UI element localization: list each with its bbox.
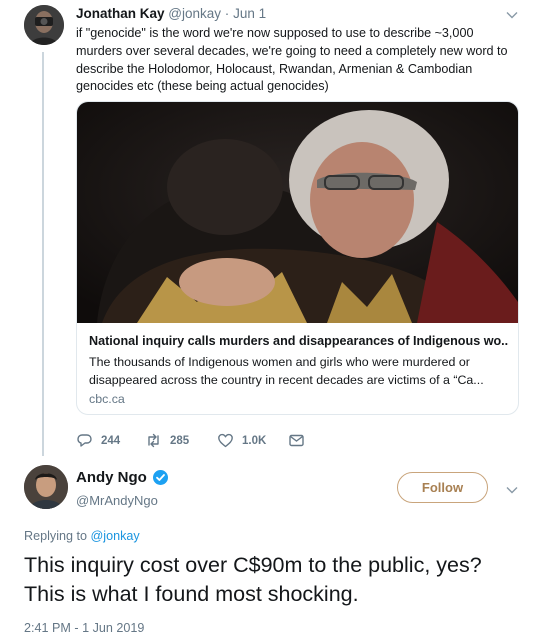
reply-action[interactable]: 244 — [76, 432, 120, 449]
author-handle[interactable]: @jonkay — [168, 6, 221, 21]
card-title: National inquiry calls murders and disap… — [89, 334, 509, 348]
reply-count: 244 — [101, 434, 121, 447]
author-handle[interactable]: @MrAndyNgo — [76, 493, 158, 508]
reply-icon — [77, 434, 92, 447]
tweet2-author[interactable]: Andy Ngo — [76, 469, 169, 486]
follow-button[interactable]: Follow — [397, 472, 488, 503]
card-description: The thousands of Indigenous women and gi… — [89, 355, 484, 387]
separator-dot: · — [224, 6, 230, 21]
retweet-icon — [148, 433, 159, 448]
dm-icon — [289, 434, 304, 447]
tweet2-text: This inquiry cost over C$90m to the publ… — [24, 553, 482, 606]
mention-link[interactable]: @jonkay — [91, 529, 140, 543]
verified-icon — [152, 470, 168, 485]
replying-to: Replying to @jonkay — [24, 529, 140, 543]
link-preview-card[interactable]: National inquiry calls murders and disap… — [76, 101, 519, 415]
like-icon — [218, 433, 233, 448]
retweet-action[interactable]: 285 — [145, 432, 189, 449]
author-name[interactable]: Jonathan Kay — [76, 6, 165, 21]
tweet-timestamp[interactable]: 2:41 PM - 1 Jun 2019 — [24, 621, 144, 635]
tweet-date[interactable]: Jun 1 — [233, 6, 266, 21]
avatar-image — [24, 465, 68, 509]
author-name: Andy Ngo — [76, 469, 147, 486]
card-domain: cbc.ca — [89, 392, 125, 406]
thread-connector-line — [42, 52, 44, 456]
tweet1-header: Jonathan Kay @jonkay · Jun 1 — [76, 6, 266, 21]
replying-prefix: Replying to — [24, 529, 88, 543]
retweet-count: 285 — [170, 434, 190, 447]
chevron-down-icon[interactable] — [505, 8, 519, 22]
like-count: 1.0K — [242, 434, 267, 447]
direct-message-action[interactable] — [288, 432, 305, 449]
chevron-down-icon[interactable] — [505, 483, 519, 497]
tweet1-text: if "genocide" is the word we're now supp… — [76, 26, 508, 94]
avatar-image — [24, 5, 64, 45]
card-image — [77, 102, 518, 323]
like-action[interactable]: 1.0K — [217, 432, 266, 449]
avatar-jonathan-kay[interactable] — [24, 5, 64, 45]
avatar-andy-ngo[interactable] — [24, 465, 68, 509]
